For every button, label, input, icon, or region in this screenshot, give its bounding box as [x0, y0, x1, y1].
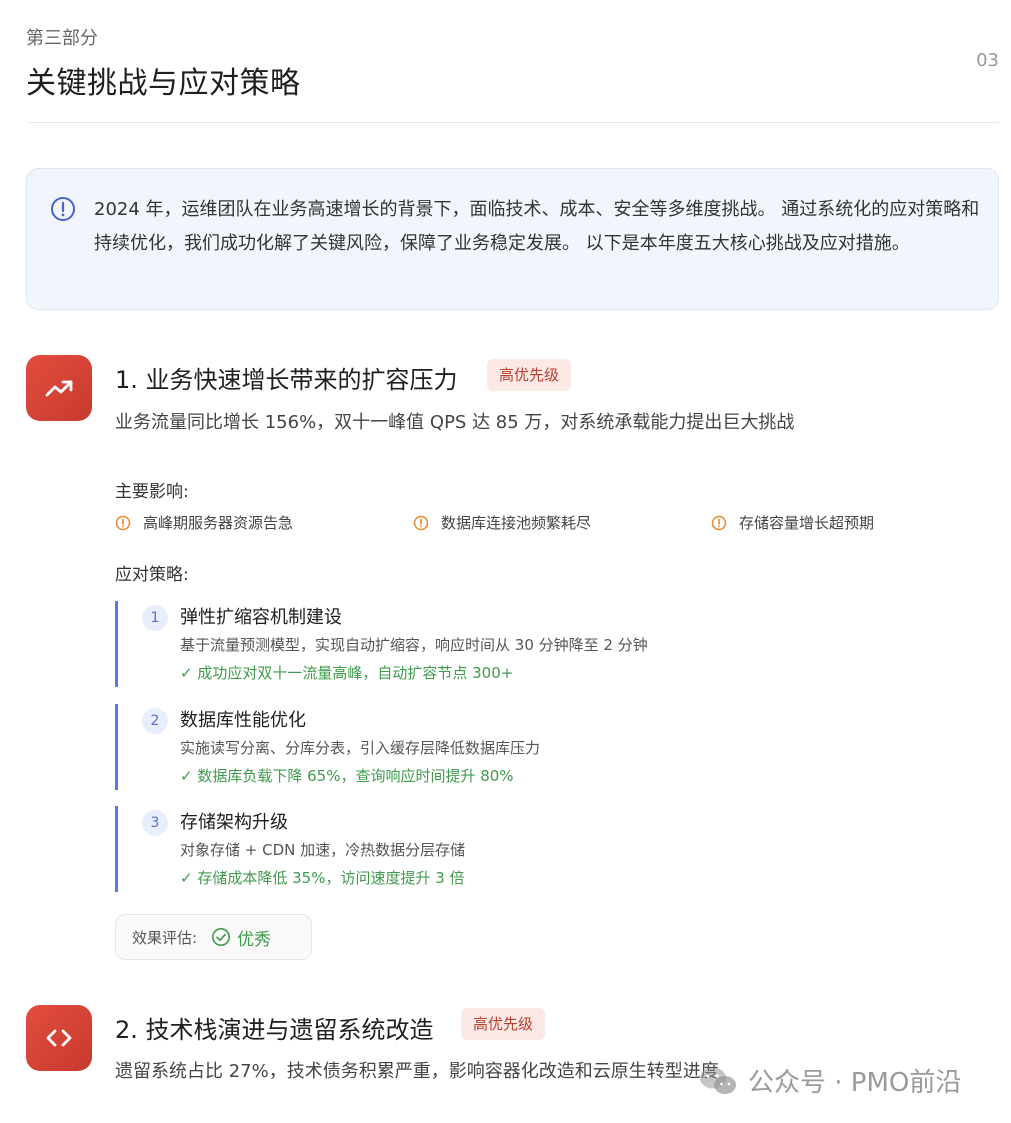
- info-circle-icon: [50, 196, 76, 222]
- check-circle-icon: [212, 928, 231, 946]
- warning-circle-icon: [115, 515, 131, 530]
- challenge-description: 遗留系统占比 27%，技术债务积累严重，影响容器化改造和云原生转型进度: [115, 1061, 719, 1082]
- impacts-heading: 主要影响:: [115, 482, 189, 502]
- page-title: 关键挑战与应对策略: [26, 66, 301, 101]
- strategy-title: 存储架构升级: [180, 812, 288, 833]
- strategy-result: ✓ 存储成本降低 35%，访问速度提升 3 倍: [180, 869, 465, 887]
- impact-item: 存储容量增长超预期: [711, 512, 874, 533]
- strategy-result: ✓ 成功应对双十一流量高峰，自动扩容节点 300+: [180, 664, 514, 682]
- priority-badge: 高优先级: [461, 1008, 546, 1040]
- warning-circle-icon: [413, 515, 429, 530]
- watermark: 公众号 · PMO前沿: [698, 1062, 961, 1099]
- strategy-detail: 基于流量预测模型，实现自动扩缩容，响应时间从 30 分钟降至 2 分钟: [180, 636, 648, 654]
- strategy-title: 弹性扩缩容机制建设: [180, 607, 342, 628]
- section-label: 第三部分: [26, 28, 98, 49]
- step-number: 1: [142, 605, 168, 631]
- priority-badge: 高优先级: [487, 359, 572, 391]
- strategy-item: 3 存储架构升级 对象存储 + CDN 加速，冷热数据分层存储 ✓ 存储成本降低…: [115, 806, 815, 892]
- strategy-detail: 实施读写分离、分库分表，引入缓存层降低数据库压力: [180, 739, 541, 757]
- impact-label: 数据库连接池频繁耗尽: [441, 514, 592, 532]
- step-number: 2: [142, 708, 168, 734]
- evaluation-card: 效果评估: 优秀: [115, 914, 312, 960]
- page-number: 03: [976, 50, 999, 71]
- strategy-title: 数据库性能优化: [180, 710, 306, 731]
- challenge-description: 业务流量同比增长 156%，双十一峰值 QPS 达 85 万，对系统承载能力提出…: [115, 412, 795, 433]
- step-number: 3: [142, 810, 168, 836]
- evaluation-label: 效果评估:: [132, 928, 198, 947]
- impact-item: 数据库连接池频繁耗尽: [413, 512, 591, 533]
- trending-up-icon: [26, 355, 92, 421]
- strategy-result: ✓ 数据库负载下降 65%，查询响应时间提升 80%: [180, 767, 514, 785]
- challenge-title: 1. 业务快速增长带来的扩容压力: [115, 366, 458, 394]
- page: 第三部分 关键挑战与应对策略 03 2024 年，运维团队在业务高速增长的背景下…: [0, 0, 1011, 1123]
- evaluation-value: 优秀: [237, 929, 272, 950]
- header-divider: [26, 122, 999, 123]
- impact-label: 高峰期服务器资源告急: [143, 514, 294, 532]
- warning-circle-icon: [711, 515, 727, 530]
- strategy-item: 1 弹性扩缩容机制建设 基于流量预测模型，实现自动扩缩容，响应时间从 30 分钟…: [115, 601, 815, 687]
- intro-text: 2024 年，运维团队在业务高速增长的背景下，面临技术、成本、安全等多维度挑战。…: [94, 199, 980, 254]
- strategies-heading: 应对策略:: [115, 565, 189, 585]
- impact-item: 高峰期服务器资源告急: [115, 512, 293, 533]
- strategy-item: 2 数据库性能优化 实施读写分离、分库分表，引入缓存层降低数据库压力 ✓ 数据库…: [115, 704, 815, 790]
- code-brackets-icon: [26, 1005, 92, 1071]
- challenge-title: 2. 技术栈演进与遗留系统改造: [115, 1016, 434, 1044]
- wechat-icon: [700, 1067, 736, 1094]
- watermark-text: 公众号 · PMO前沿: [748, 1068, 962, 1098]
- strategy-detail: 对象存储 + CDN 加速，冷热数据分层存储: [180, 841, 466, 859]
- impact-label: 存储容量增长超预期: [739, 514, 875, 532]
- intro-callout: 2024 年，运维团队在业务高速增长的背景下，面临技术、成本、安全等多维度挑战。…: [26, 168, 999, 310]
